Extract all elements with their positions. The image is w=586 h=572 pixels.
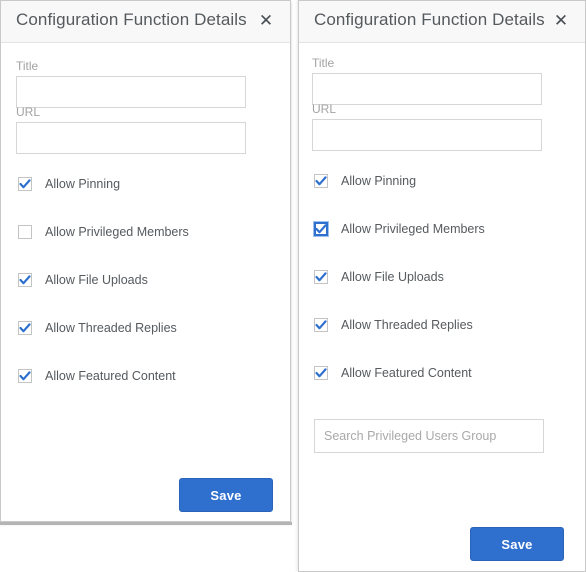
checkbox-row-allow-featured-content[interactable]: Allow Featured Content bbox=[314, 366, 472, 380]
checkbox-row-allow-threaded-replies[interactable]: Allow Threaded Replies bbox=[18, 321, 177, 335]
checkbox-allow-threaded-replies[interactable] bbox=[18, 321, 32, 335]
title-input[interactable] bbox=[312, 73, 542, 105]
title-input[interactable] bbox=[16, 76, 246, 108]
checkbox-row-allow-file-uploads[interactable]: Allow File Uploads bbox=[18, 273, 148, 287]
dialog-header-left: Configuration Function Details ✕ bbox=[1, 1, 290, 43]
checkbox-label: Allow Featured Content bbox=[45, 369, 176, 383]
url-field-group: URL bbox=[16, 105, 246, 154]
checkbox-row-allow-privileged-members[interactable]: Allow Privileged Members bbox=[18, 225, 189, 239]
checkbox-allow-pinning[interactable] bbox=[314, 174, 328, 188]
close-icon[interactable]: ✕ bbox=[551, 11, 571, 31]
checkbox-allow-featured-content[interactable] bbox=[314, 366, 328, 380]
checkbox-label: Allow Privileged Members bbox=[341, 222, 485, 236]
checkbox-label: Allow Pinning bbox=[341, 174, 417, 188]
checkbox-row-allow-file-uploads[interactable]: Allow File Uploads bbox=[314, 270, 444, 284]
url-label: URL bbox=[312, 102, 337, 116]
checkbox-allow-file-uploads[interactable] bbox=[18, 273, 32, 287]
save-button[interactable]: Save bbox=[179, 478, 273, 512]
url-input[interactable] bbox=[312, 119, 542, 151]
close-icon[interactable]: ✕ bbox=[256, 11, 276, 31]
checkbox-row-allow-pinning[interactable]: Allow Pinning bbox=[18, 177, 120, 191]
title-label: Title bbox=[312, 56, 335, 70]
dialog-body-right: Title URL Allow Pinning Allow Privileged… bbox=[299, 43, 585, 571]
checkbox-row-allow-threaded-replies[interactable]: Allow Threaded Replies bbox=[314, 318, 473, 332]
checkbox-label: Allow Threaded Replies bbox=[45, 321, 177, 335]
checkbox-label: Allow Privileged Members bbox=[45, 225, 189, 239]
checkbox-label: Allow Pinning bbox=[45, 177, 121, 191]
checkbox-label: Allow File Uploads bbox=[341, 270, 444, 284]
configuration-dialog-right: Configuration Function Details ✕ Title U… bbox=[298, 0, 586, 572]
dialog-body-left: Title URL Allow Pinning Allow Privileged… bbox=[1, 43, 290, 521]
page-title: Configuration Function Details bbox=[16, 10, 247, 29]
page-title: Configuration Function Details bbox=[314, 10, 545, 29]
checkbox-allow-privileged-members[interactable] bbox=[18, 225, 32, 239]
checkbox-row-allow-featured-content[interactable]: Allow Featured Content bbox=[18, 369, 176, 383]
search-privileged-users-group-input[interactable] bbox=[314, 419, 544, 453]
url-label: URL bbox=[16, 105, 41, 119]
checkbox-label: Allow Threaded Replies bbox=[341, 318, 473, 332]
title-label: Title bbox=[16, 59, 39, 73]
save-button[interactable]: Save bbox=[470, 527, 564, 561]
checkbox-allow-threaded-replies[interactable] bbox=[314, 318, 328, 332]
checkbox-allow-privileged-members[interactable] bbox=[314, 222, 328, 236]
title-field-group: Title bbox=[312, 56, 542, 105]
checkbox-row-allow-privileged-members[interactable]: Allow Privileged Members bbox=[314, 222, 485, 236]
url-input[interactable] bbox=[16, 122, 246, 154]
checkbox-allow-pinning[interactable] bbox=[18, 177, 32, 191]
dialog-header-right: Configuration Function Details ✕ bbox=[299, 1, 585, 43]
checkbox-allow-file-uploads[interactable] bbox=[314, 270, 328, 284]
checkbox-label: Allow File Uploads bbox=[45, 273, 148, 287]
configuration-dialog-left: Configuration Function Details ✕ Title U… bbox=[0, 0, 291, 522]
checkbox-row-allow-pinning[interactable]: Allow Pinning bbox=[314, 174, 416, 188]
url-field-group: URL bbox=[312, 102, 542, 151]
checkbox-label: Allow Featured Content bbox=[341, 366, 472, 380]
checkbox-allow-featured-content[interactable] bbox=[18, 369, 32, 383]
dialog-left-bottom-edge bbox=[0, 522, 292, 525]
title-field-group: Title bbox=[16, 59, 246, 108]
